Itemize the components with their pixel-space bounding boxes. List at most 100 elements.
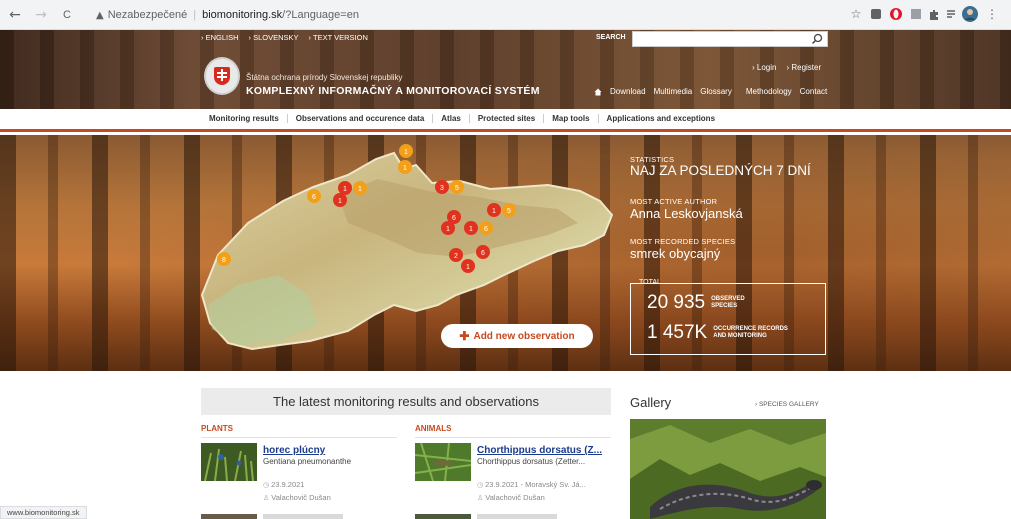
plant-title-link[interactable]: horec plúcny	[263, 445, 397, 456]
most-recorded-value[interactable]: smrek obycajný	[630, 246, 720, 261]
menu-protected-sites[interactable]: Protected sites	[470, 114, 545, 123]
animal-thumbnail-2[interactable]	[415, 514, 471, 519]
nav-multimedia[interactable]: Multimedia	[654, 87, 693, 96]
map-marker[interactable]: 1	[398, 160, 412, 174]
plants-divider	[201, 437, 397, 438]
list-item-animal-partial[interactable]	[415, 514, 611, 519]
menu-observations[interactable]: Observations and occurence data	[288, 114, 434, 123]
extension-icon[interactable]	[868, 6, 884, 22]
utility-nav: Download Multimedia Glossary Methodology…	[594, 87, 827, 96]
list-item-plant[interactable]: horec plúcny Gentiana pneumonanthe ◷ 23.9…	[201, 443, 397, 505]
map-marker[interactable]: 1	[338, 181, 352, 195]
species-gallery-link[interactable]: › SPECIES GALLERY	[755, 401, 819, 408]
system-name[interactable]: KOMPLEXNÝ INFORMAČNÝ A MONITOROVACÍ SYST…	[246, 85, 540, 97]
svg-text:5: 5	[507, 208, 511, 215]
text-version-link[interactable]: › TEXT VERSION	[309, 33, 368, 42]
home-icon[interactable]	[594, 88, 602, 96]
svg-text:1: 1	[358, 186, 362, 193]
svg-text:6: 6	[481, 250, 485, 257]
reload-icon[interactable]: C	[56, 4, 78, 26]
search-label: SEARCH	[596, 34, 626, 41]
map-marker[interactable]: 6	[476, 245, 490, 259]
add-observation-button[interactable]: ✚ Add new observation	[441, 324, 593, 348]
animal-thumbnail[interactable]	[415, 443, 471, 481]
nav-contact[interactable]: Contact	[800, 87, 828, 96]
list-item-plant-partial[interactable]	[201, 514, 397, 519]
slovak-emblem-logo[interactable]	[204, 57, 240, 95]
svg-text:5: 5	[455, 185, 459, 192]
nav-glossary[interactable]: Glossary	[700, 87, 732, 96]
map-marker[interactable]: 2	[449, 248, 463, 262]
svg-text:8: 8	[222, 257, 226, 264]
menu-monitoring-results[interactable]: Monitoring results	[201, 114, 288, 123]
coat-of-arms-icon	[214, 67, 230, 85]
search-icon[interactable]	[811, 33, 823, 45]
nav-methodology[interactable]: Methodology	[746, 87, 792, 96]
url-path: /?Language=en	[282, 9, 359, 21]
svg-text:6: 6	[452, 215, 456, 222]
browser-status-bar: www.biomonitoring.sk	[0, 506, 87, 519]
content-area: The latest monitoring results and observ…	[0, 371, 1011, 519]
plants-heading[interactable]: PLANTS	[201, 424, 233, 433]
register-link[interactable]: › Register	[786, 63, 821, 72]
map-marker[interactable]: 1	[487, 203, 501, 217]
svg-text:1: 1	[338, 198, 342, 205]
map-marker[interactable]: 6	[307, 189, 321, 203]
site-header: › ENGLISH › SLOVENSKY › TEXT VERSION SEA…	[0, 30, 1011, 109]
observed-species-stat: 20 935 OBSERVED SPECIES	[647, 292, 745, 314]
svg-text:3: 3	[440, 185, 444, 192]
lang-english-link[interactable]: › ENGLISH	[201, 33, 239, 42]
login-link[interactable]: › Login	[752, 63, 776, 72]
lang-slovensky-link[interactable]: › SLOVENSKY	[249, 33, 299, 42]
plant-latin-name: Gentiana pneumonanthe	[263, 457, 352, 466]
account-links: › Login › Register	[752, 63, 821, 72]
menu-map-tools[interactable]: Map tools	[544, 114, 599, 123]
gallery-image[interactable]	[630, 419, 826, 519]
extension-icon[interactable]	[908, 6, 924, 22]
list-item-animal[interactable]: Chorthippus dorsatus (Z... Chorthippus d…	[415, 443, 611, 505]
hero-banner: 1 1 1 1 1 6 3 5 1 5 6 1 1 6 2 6 1 8 ✚ Ad…	[0, 135, 1011, 371]
browser-menu-icon[interactable]: ⋮	[984, 6, 1000, 22]
occurrence-records-label: OCCURRENCE RECORDS AND MONITORING	[713, 326, 788, 339]
animals-divider	[415, 437, 611, 438]
address-separator: |	[193, 9, 197, 21]
search-input[interactable]	[632, 31, 828, 47]
opera-icon[interactable]	[888, 6, 904, 22]
nav-download[interactable]: Download	[610, 87, 646, 96]
map-marker[interactable]: 1	[399, 144, 413, 158]
map-marker[interactable]: 3	[435, 180, 449, 194]
map-marker[interactable]: 1	[464, 221, 478, 235]
map-marker[interactable]: 1	[441, 221, 455, 235]
address-bar[interactable]: ▲ Nezabezpečené | biomonitoring.sk /?Lan…	[96, 5, 840, 25]
map-marker[interactable]: 1	[353, 181, 367, 195]
organization-name: Štátna ochrana prírody Slovenskej republ…	[246, 73, 403, 82]
puzzle-icon[interactable]	[926, 6, 942, 22]
map-marker[interactable]: 1	[333, 193, 347, 207]
user-icon: ♙	[263, 494, 270, 502]
menu-atlas[interactable]: Atlas	[433, 114, 470, 123]
map-marker[interactable]: 5	[450, 180, 464, 194]
user-icon: ♙	[477, 494, 484, 502]
most-recorded-label: MOST RECORDED SPECIES	[630, 237, 736, 246]
most-active-label: MOST ACTIVE AUTHOR	[630, 197, 718, 206]
map-marker[interactable]: 5	[502, 203, 516, 217]
svg-text:6: 6	[484, 226, 488, 233]
plant-thumbnail[interactable]	[201, 443, 257, 481]
playlist-icon[interactable]	[944, 6, 960, 22]
back-arrow-icon[interactable]: ←	[4, 4, 26, 26]
animals-heading[interactable]: ANIMALS	[415, 424, 451, 433]
svg-text:1: 1	[466, 264, 470, 271]
svg-text:1: 1	[469, 226, 473, 233]
most-active-value[interactable]: Anna Leskovjanská	[630, 206, 743, 221]
map-marker[interactable]: 8	[217, 252, 231, 266]
avatar[interactable]	[962, 6, 978, 22]
svg-text:1: 1	[404, 149, 408, 156]
map-marker[interactable]: 6	[479, 221, 493, 235]
forward-arrow-icon[interactable]: →	[30, 4, 52, 26]
map-marker[interactable]: 1	[461, 259, 475, 273]
animal-title-2-placeholder	[477, 514, 557, 519]
animal-title-link[interactable]: Chorthippus dorsatus (Z...	[477, 445, 611, 456]
bookmark-star-icon[interactable]: ☆	[848, 6, 864, 22]
menu-applications[interactable]: Applications and exceptions	[599, 114, 723, 123]
plant-thumbnail-2[interactable]	[201, 514, 257, 519]
